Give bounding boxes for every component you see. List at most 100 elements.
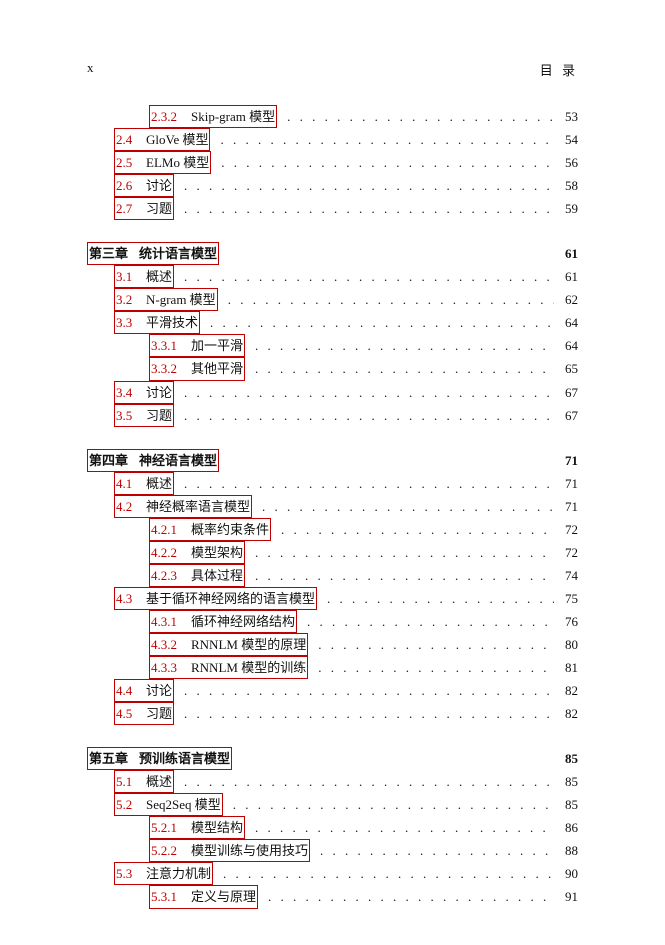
toc-section[interactable]: 3.3平滑技术64 bbox=[87, 311, 578, 334]
toc-entry-link[interactable]: 2.6讨论 bbox=[114, 174, 174, 197]
toc-section[interactable]: 2.5ELMo 模型56 bbox=[87, 151, 578, 174]
toc-entry-link[interactable]: 3.5习题 bbox=[114, 404, 174, 427]
toc-leaders bbox=[184, 473, 554, 494]
toc-chapter[interactable]: 第三章统计语言模型61 bbox=[87, 242, 578, 265]
toc-leaders bbox=[287, 106, 554, 127]
toc-entry-title: 定义与原理 bbox=[191, 889, 256, 904]
toc-section[interactable]: 5.1概述85 bbox=[87, 770, 578, 793]
toc-entry-number: 4.4 bbox=[116, 680, 146, 701]
toc-subsection[interactable]: 4.2.2模型架构72 bbox=[87, 541, 578, 564]
toc-entry-title: 概述 bbox=[146, 476, 172, 491]
toc-subsection[interactable]: 2.3.2Skip-gram 模型53 bbox=[87, 105, 578, 128]
toc-chapter-link[interactable]: 第三章统计语言模型 bbox=[87, 242, 219, 265]
toc-entry-link[interactable]: 3.3平滑技术 bbox=[114, 311, 200, 334]
toc-entry-link[interactable]: 4.4讨论 bbox=[114, 679, 174, 702]
toc-entry-page: 67 bbox=[556, 405, 578, 426]
toc-chapter-link[interactable]: 第四章神经语言模型 bbox=[87, 449, 219, 472]
toc-entry-link[interactable]: 5.3.1定义与原理 bbox=[149, 885, 258, 908]
toc-chapter-link[interactable]: 第五章预训练语言模型 bbox=[87, 747, 232, 770]
toc-section[interactable]: 4.2神经概率语言模型71 bbox=[87, 495, 578, 518]
toc-leaders bbox=[184, 175, 554, 196]
toc-section[interactable]: 3.1概述61 bbox=[87, 265, 578, 288]
toc-entry-title: 模型架构 bbox=[191, 545, 243, 560]
toc-entry-link[interactable]: 3.4讨论 bbox=[114, 381, 174, 404]
toc-entry-link[interactable]: 4.2.2模型架构 bbox=[149, 541, 245, 564]
toc-entry-title: 习题 bbox=[146, 408, 172, 423]
toc-subsection[interactable]: 5.2.2模型训练与使用技巧88 bbox=[87, 839, 578, 862]
toc-leaders bbox=[184, 680, 554, 701]
toc-subsection[interactable]: 4.3.2RNNLM 模型的原理 80 bbox=[87, 633, 578, 656]
toc-section[interactable]: 4.1概述71 bbox=[87, 472, 578, 495]
toc-entry-link[interactable]: 5.3注意力机制 bbox=[114, 862, 213, 885]
toc-entry-link[interactable]: 3.1概述 bbox=[114, 265, 174, 288]
toc-entry-link[interactable]: 4.3基于循环神经网络的语言模型 bbox=[114, 587, 317, 610]
toc-section[interactable]: 2.4GloVe 模型54 bbox=[87, 128, 578, 151]
toc-entry-link[interactable]: 4.3.2RNNLM 模型的原理 bbox=[149, 633, 308, 656]
toc-entry-title: ELMo 模型 bbox=[146, 155, 209, 170]
toc-entry-number: 4.1 bbox=[116, 473, 146, 494]
toc-entry-link[interactable]: 5.2Seq2Seq 模型 bbox=[114, 793, 223, 816]
toc-entry-link[interactable]: 3.3.2其他平滑 bbox=[149, 357, 245, 380]
toc-subsection[interactable]: 4.3.1循环神经网络结构76 bbox=[87, 610, 578, 633]
toc-section[interactable]: 4.3基于循环神经网络的语言模型 75 bbox=[87, 587, 578, 610]
toc-section[interactable]: 2.6讨论58 bbox=[87, 174, 578, 197]
toc-section[interactable]: 3.4讨论67 bbox=[87, 381, 578, 404]
toc-entry-link[interactable]: 4.2.3具体过程 bbox=[149, 564, 245, 587]
toc-section[interactable]: 3.2N-gram 模型62 bbox=[87, 288, 578, 311]
toc-entry-number: 4.2.1 bbox=[151, 519, 191, 540]
toc-section[interactable]: 4.4讨论 82 bbox=[87, 679, 578, 702]
toc-entry-link[interactable]: 2.4GloVe 模型 bbox=[114, 128, 210, 151]
toc-entry-page: 90 bbox=[556, 863, 578, 884]
toc-entry-page: 85 bbox=[556, 748, 578, 769]
toc-entry-link[interactable]: 4.2神经概率语言模型 bbox=[114, 495, 252, 518]
toc-section[interactable]: 5.3注意力机制 90 bbox=[87, 862, 578, 885]
toc-entry-number: 5.2.1 bbox=[151, 817, 191, 838]
toc-entry-number: 5.2.2 bbox=[151, 840, 191, 861]
toc-section[interactable]: 3.5习题 67 bbox=[87, 404, 578, 427]
toc-section[interactable]: 5.2Seq2Seq 模型 85 bbox=[87, 793, 578, 816]
toc-entry-page: 71 bbox=[556, 450, 578, 471]
toc-entry-link[interactable]: 5.1概述 bbox=[114, 770, 174, 793]
toc-entry-link[interactable]: 4.1概述 bbox=[114, 472, 174, 495]
toc-entry-link[interactable]: 2.7习题 bbox=[114, 197, 174, 220]
toc-entry-page: 80 bbox=[556, 634, 578, 655]
toc-entry-number: 4.3.1 bbox=[151, 611, 191, 632]
toc-subsection[interactable]: 4.2.1概率约束条件72 bbox=[87, 518, 578, 541]
toc-leaders bbox=[327, 588, 554, 609]
toc-section[interactable]: 4.5习题82 bbox=[87, 702, 578, 725]
toc-chapter[interactable]: 第四章神经语言模型 71 bbox=[87, 449, 578, 472]
toc-leaders bbox=[281, 519, 554, 540]
toc-entry-link[interactable]: 5.2.2模型训练与使用技巧 bbox=[149, 839, 310, 862]
toc-entry-link[interactable]: 2.3.2Skip-gram 模型 bbox=[149, 105, 277, 128]
toc-entry-page: 82 bbox=[556, 680, 578, 701]
toc-entry-link[interactable]: 4.5习题 bbox=[114, 702, 174, 725]
toc-section[interactable]: 2.7习题59 bbox=[87, 197, 578, 220]
toc-entry-page: 75 bbox=[556, 588, 578, 609]
toc-entry-link[interactable]: 4.3.3RNNLM 模型的训练 bbox=[149, 656, 308, 679]
toc-entry-link[interactable]: 4.3.1循环神经网络结构 bbox=[149, 610, 297, 633]
toc-entry-link[interactable]: 2.5ELMo 模型 bbox=[114, 151, 211, 174]
toc-entry-link[interactable]: 5.2.1模型结构 bbox=[149, 816, 245, 839]
toc-entry-number: 3.1 bbox=[116, 266, 146, 287]
toc-entry-number: 2.5 bbox=[116, 152, 146, 173]
toc-subsection[interactable]: 5.3.1定义与原理91 bbox=[87, 885, 578, 908]
toc-entry-number: 5.3 bbox=[116, 863, 146, 884]
toc-entry-title: 预训练语言模型 bbox=[139, 751, 230, 766]
toc-subsection[interactable]: 3.3.1加一平滑 64 bbox=[87, 334, 578, 357]
toc-entry-page: 64 bbox=[556, 335, 578, 356]
toc-entry-link[interactable]: 3.2N-gram 模型 bbox=[114, 288, 218, 311]
toc-leaders bbox=[318, 657, 554, 678]
toc-entry-link[interactable]: 3.3.1加一平滑 bbox=[149, 334, 245, 357]
toc-entry-title: 讨论 bbox=[146, 178, 172, 193]
toc-entry-page: 85 bbox=[556, 794, 578, 815]
toc-entry-title: RNNLM 模型的原理 bbox=[191, 637, 306, 652]
toc-entry-title: 模型结构 bbox=[191, 820, 243, 835]
toc-entry-link[interactable]: 4.2.1概率约束条件 bbox=[149, 518, 271, 541]
toc-subsection[interactable]: 4.3.3RNNLM 模型的训练81 bbox=[87, 656, 578, 679]
toc-entry-title: 讨论 bbox=[146, 385, 172, 400]
toc-entry-title: 神经语言模型 bbox=[139, 453, 217, 468]
toc-subsection[interactable]: 3.3.2其他平滑65 bbox=[87, 357, 578, 380]
toc-subsection[interactable]: 5.2.1模型结构86 bbox=[87, 816, 578, 839]
toc-subsection[interactable]: 4.2.3具体过程74 bbox=[87, 564, 578, 587]
toc-chapter[interactable]: 第五章预训练语言模型 85 bbox=[87, 747, 578, 770]
